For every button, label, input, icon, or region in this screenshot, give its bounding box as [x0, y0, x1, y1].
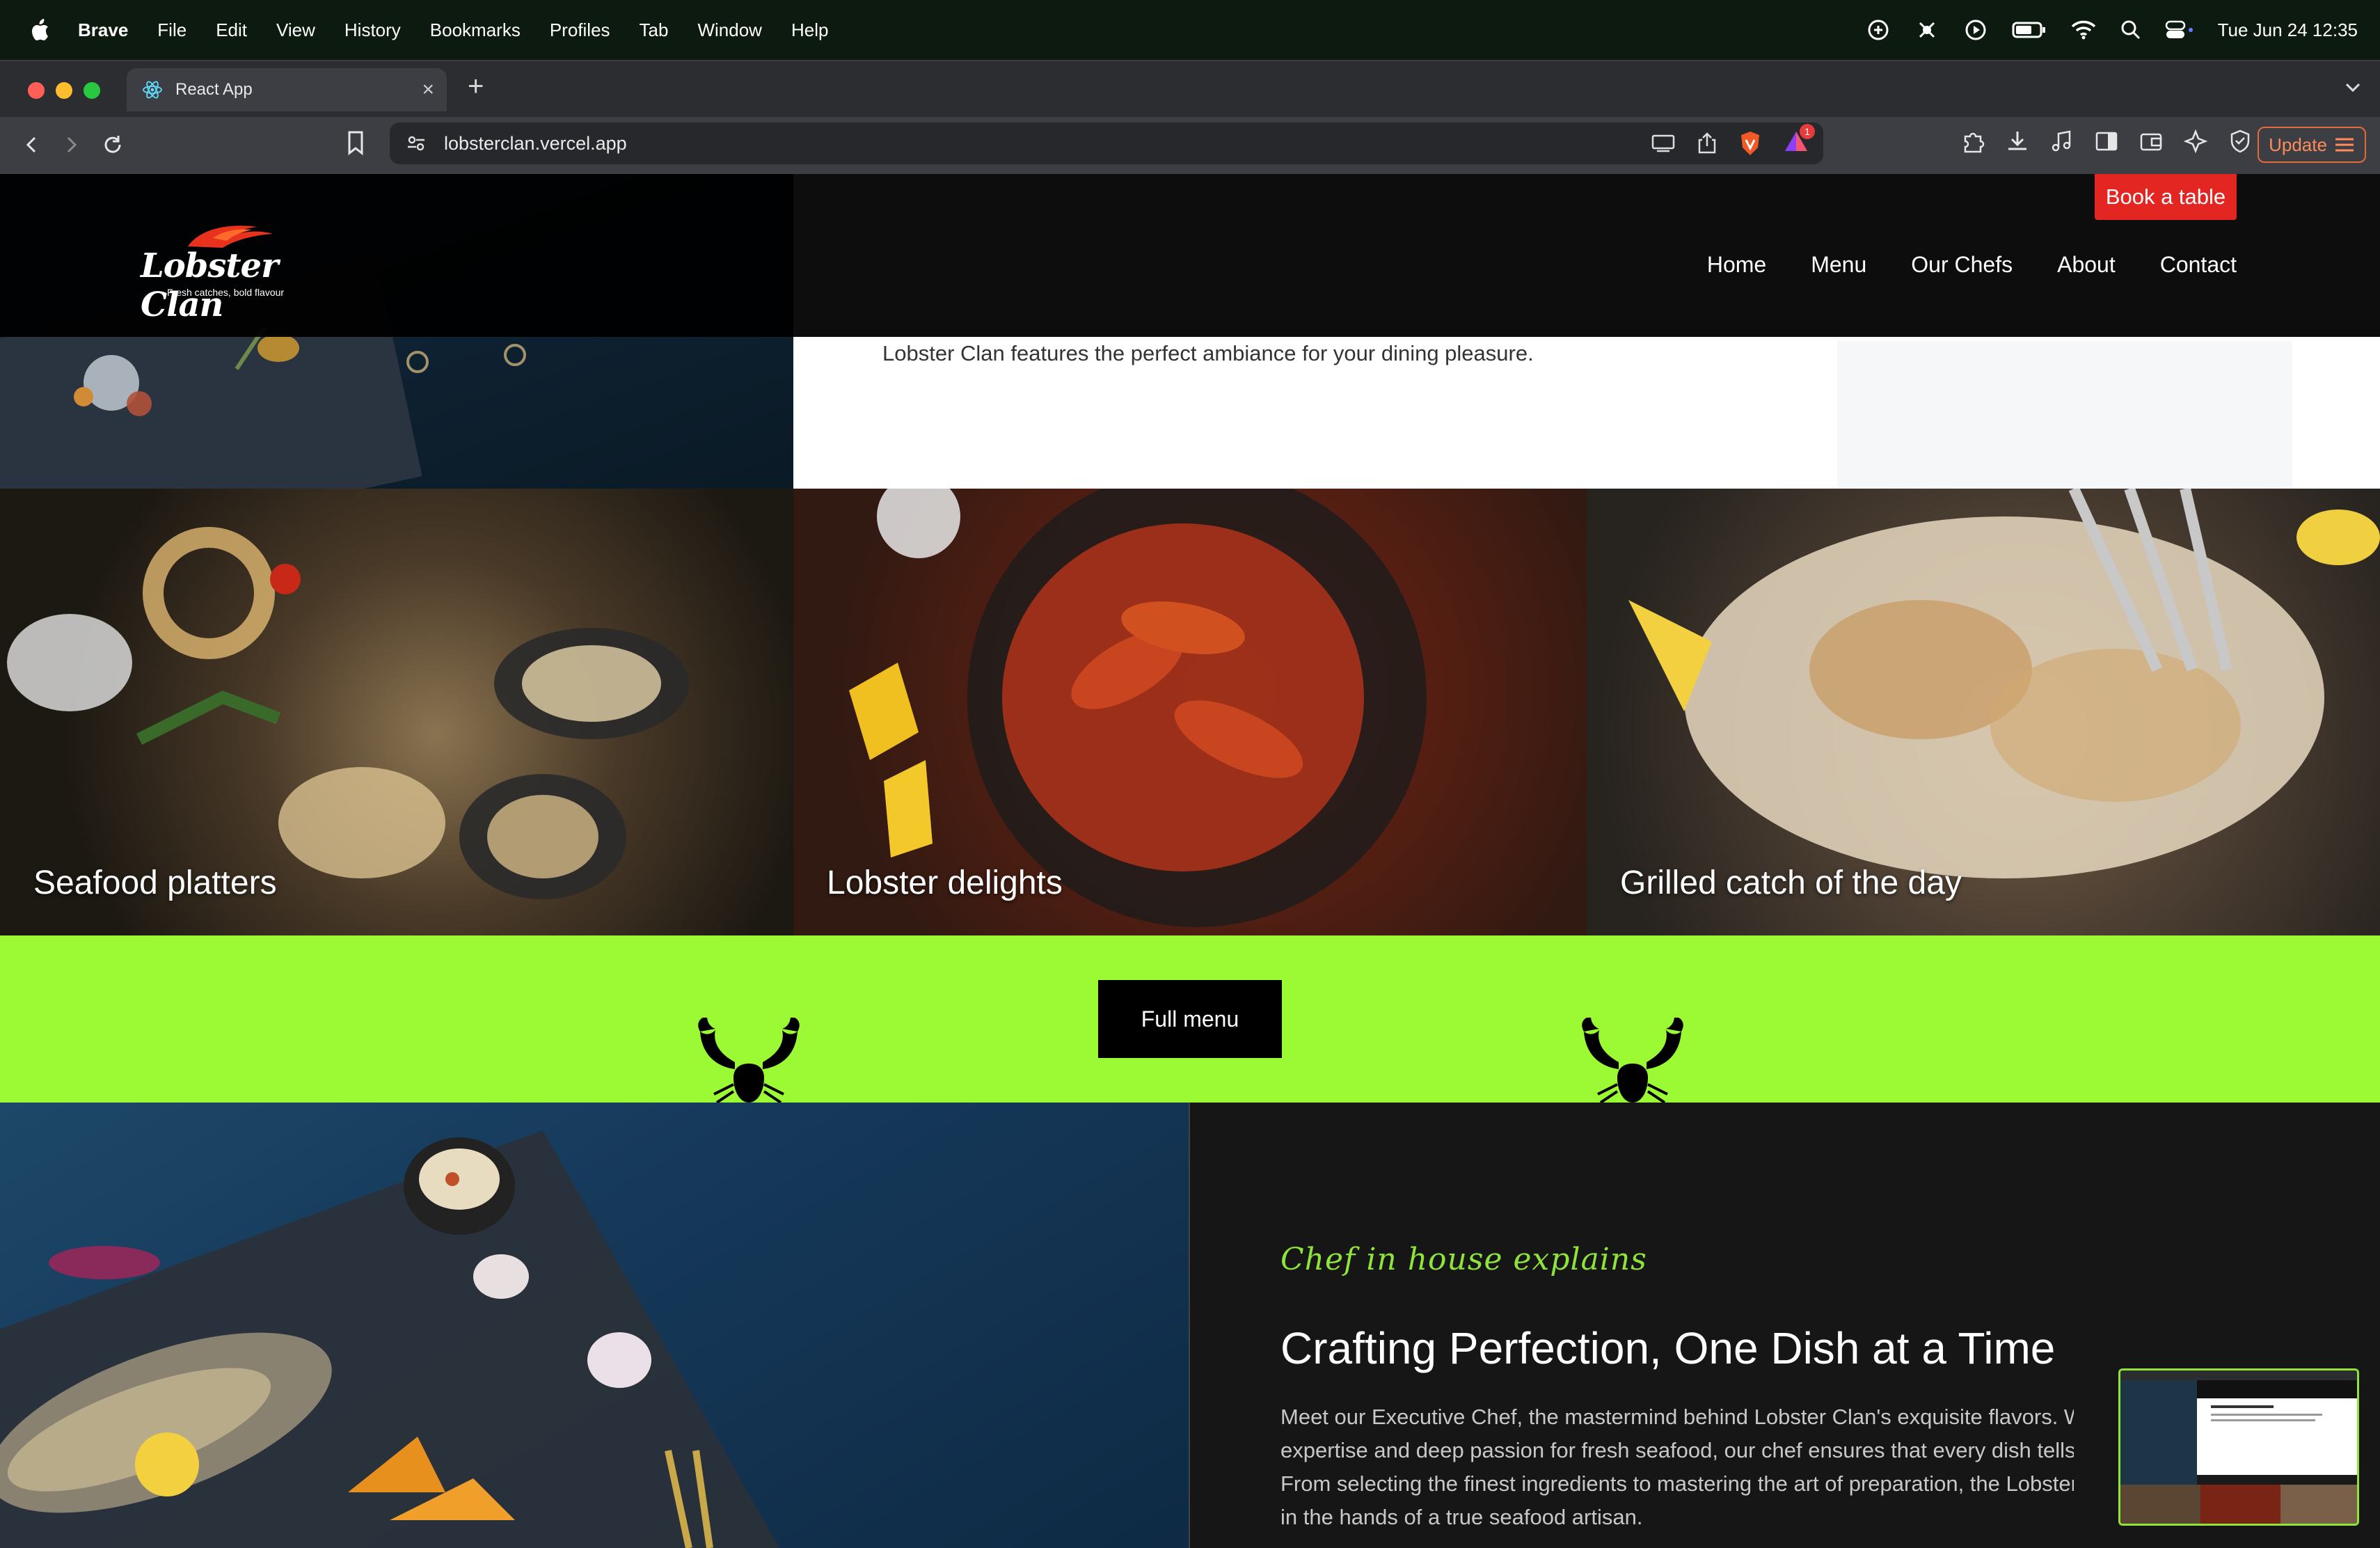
brave-rewards[interactable]: 1: [1783, 123, 1815, 158]
forward-button[interactable]: [56, 129, 86, 160]
chef-kicker: Chef in house explains: [1280, 1242, 1647, 1277]
hamburger-menu-icon: [2335, 138, 2354, 152]
new-tab-button[interactable]: +: [468, 71, 484, 102]
downloads-icon[interactable]: [2004, 128, 2031, 155]
chef-body-line: expertise and deep passion for fresh sea…: [1280, 1438, 2074, 1462]
nav-about[interactable]: About: [2057, 252, 2116, 278]
url-actions: 1: [1651, 123, 1815, 158]
update-button[interactable]: Update: [2258, 127, 2366, 163]
tile-label: Seafood platters: [33, 864, 277, 901]
leo-ai-icon[interactable]: [2182, 128, 2209, 155]
nav-menu[interactable]: Menu: [1811, 252, 1866, 278]
nav-home[interactable]: Home: [1707, 252, 1766, 278]
menu-edit[interactable]: Edit: [216, 19, 247, 41]
extension-icons: [1960, 128, 2253, 155]
site-logo[interactable]: Lobster Clan Fresh catches, bold flavour: [139, 219, 320, 324]
menu-cta-band: Full menu: [0, 935, 2380, 1103]
bookmark-icon[interactable]: [345, 129, 366, 161]
book-a-table-button[interactable]: Book a table: [2095, 174, 2237, 220]
browser-toolbar: lobsterclan.vercel.app 1 Update: [0, 117, 2380, 175]
wifi-icon[interactable]: [2070, 19, 2097, 40]
nav-contact[interactable]: Contact: [2160, 252, 2237, 278]
control-center-icon[interactable]: [2165, 19, 2194, 40]
menubar-clock[interactable]: Tue Jun 24 12:35: [2218, 19, 2358, 41]
tab-strip: React App × +: [0, 61, 2380, 117]
menu-history[interactable]: History: [344, 19, 401, 41]
lobster-right-icon: [1582, 1018, 1683, 1103]
shortcut-status-icon[interactable]: [1914, 17, 1939, 42]
chef-body-line: Meet our Executive Chef, the mastermind …: [1280, 1405, 2074, 1429]
tile-lobster-delights[interactable]: Lobster delights: [793, 489, 1587, 935]
chef-body-line: From selecting the finest ingredients to…: [1280, 1471, 2074, 1496]
site-settings-icon[interactable]: [404, 131, 429, 156]
menu-bookmarks[interactable]: Bookmarks: [430, 19, 521, 41]
sidebar-toggle-icon[interactable]: [2093, 128, 2120, 155]
back-button[interactable]: [17, 129, 47, 160]
tab-react-app[interactable]: React App ×: [127, 68, 447, 111]
share-icon[interactable]: [1697, 132, 1717, 155]
brave-shields-icon[interactable]: [1738, 130, 1762, 157]
address-bar[interactable]: lobsterclan.vercel.app 1: [390, 123, 1823, 164]
rewards-badge: 1: [1800, 123, 1815, 139]
main-nav: Home Menu Our Chefs About Contact: [1707, 252, 2237, 278]
chef-dish-image: [0, 1103, 1189, 1548]
chef-title: Crafting Perfection, One Dish at a Time: [1280, 1323, 2056, 1373]
vpn-shield-icon[interactable]: [2227, 128, 2253, 155]
macos-menubar: Brave File Edit View History Bookmarks P…: [0, 0, 2380, 60]
nav-our-chefs[interactable]: Our Chefs: [1911, 252, 2013, 278]
menu-help[interactable]: Help: [791, 19, 828, 41]
spotlight-search-icon[interactable]: [2120, 19, 2141, 40]
dish-tiles: Seafood platters Lobster delights Grille…: [0, 489, 2380, 935]
tab-title: React App: [175, 80, 253, 99]
cast-icon[interactable]: [1651, 133, 1676, 154]
react-logo-icon: [143, 81, 162, 99]
url-text[interactable]: lobsterclan.vercel.app: [444, 133, 1651, 155]
media-music-icon[interactable]: [2049, 128, 2075, 155]
chef-body: Meet our Executive Chef, the mastermind …: [1280, 1400, 2074, 1534]
menu-profiles[interactable]: Profiles: [550, 19, 610, 41]
chef-body-line: in the hands of a true seafood artisan.: [1280, 1505, 1643, 1529]
status-area: Tue Jun 24 12:35: [1866, 0, 2358, 60]
vpn-status-icon[interactable]: [1866, 17, 1891, 42]
battery-icon[interactable]: [2012, 19, 2047, 40]
menu-file[interactable]: File: [157, 19, 187, 41]
chevron-down-icon[interactable]: [2342, 77, 2363, 97]
hero-description: Lobster Clan features the perfect ambian…: [882, 341, 1534, 365]
menu-window[interactable]: Window: [697, 19, 761, 41]
logo-text: Lobster Clan: [141, 246, 278, 324]
play-status-icon[interactable]: [1963, 17, 1988, 42]
tile-label: Lobster delights: [827, 864, 1063, 901]
menu-view[interactable]: View: [276, 19, 315, 41]
update-label: Update: [2269, 134, 2327, 155]
website-viewport: Lobster Clan features the perfect ambian…: [0, 174, 2380, 1548]
reload-button[interactable]: [97, 129, 128, 160]
menu-tab[interactable]: Tab: [640, 19, 669, 41]
minimize-window-button[interactable]: [56, 82, 72, 99]
extensions-puzzle-icon[interactable]: [1960, 128, 1986, 155]
browser-chrome: React App × + lobsterclan.vercel.app 1 U…: [0, 60, 2380, 175]
full-menu-button[interactable]: Full menu: [1098, 980, 1282, 1058]
zoom-window-button[interactable]: [84, 82, 100, 99]
logo-tagline: Fresh catches, bold flavour: [167, 287, 285, 298]
menu-app-name[interactable]: Brave: [78, 19, 128, 41]
tile-seafood-platters[interactable]: Seafood platters: [0, 489, 793, 935]
lobster-left-icon: [698, 1018, 800, 1103]
tab-close-icon[interactable]: ×: [422, 78, 434, 102]
close-window-button[interactable]: [28, 82, 45, 99]
apple-menu-icon[interactable]: [28, 16, 51, 44]
wallet-icon[interactable]: [2138, 128, 2164, 155]
screenshot-preview-thumbnail[interactable]: [2118, 1368, 2359, 1526]
tile-grilled-catch[interactable]: Grilled catch of the day: [1587, 489, 2380, 935]
tile-label: Grilled catch of the day: [1620, 864, 1962, 901]
